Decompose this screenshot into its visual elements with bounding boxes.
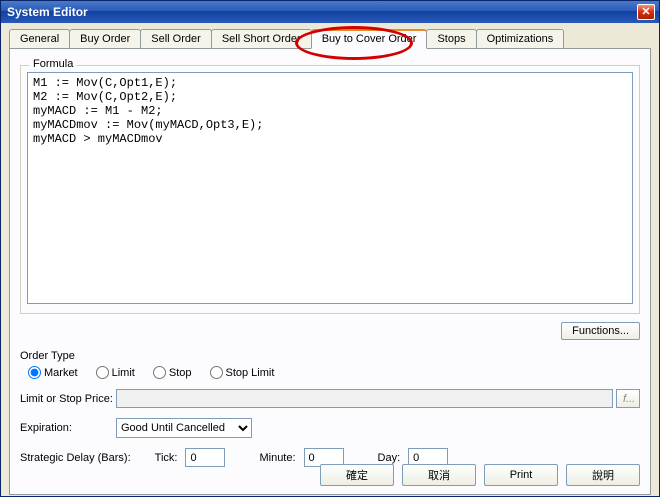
radio-stop-limit-label: Stop Limit — [226, 367, 275, 379]
minute-label: Minute: — [259, 452, 295, 464]
day-label: Day: — [378, 452, 401, 464]
radio-limit-label: Limit — [112, 367, 135, 379]
expiration-select[interactable]: Good Until Cancelled — [116, 418, 252, 438]
radio-stop-limit-input[interactable] — [210, 366, 223, 379]
radio-stop-label: Stop — [169, 367, 192, 379]
functions-button[interactable]: Functions... — [561, 322, 640, 340]
tab-sell-short-order[interactable]: Sell Short Order — [211, 29, 312, 48]
expiration-label: Expiration: — [20, 422, 116, 434]
radio-market-input[interactable] — [28, 366, 41, 379]
tick-label: Tick: — [155, 452, 178, 464]
radio-market-label: Market — [44, 367, 78, 379]
limit-stop-fx-button[interactable]: f... — [616, 389, 640, 408]
order-type-legend: Order Type — [20, 350, 640, 362]
tab-general[interactable]: General — [9, 29, 70, 48]
radio-stop-limit[interactable]: Stop Limit — [210, 366, 275, 379]
formula-fieldset: Formula — [20, 65, 640, 314]
dialog-buttons: 確定 取消 Print 說明 — [320, 464, 640, 486]
tab-stops[interactable]: Stops — [426, 29, 476, 48]
cancel-button[interactable]: 取消 — [402, 464, 476, 486]
tick-input[interactable] — [185, 448, 225, 467]
formula-legend: Formula — [29, 58, 77, 70]
print-button[interactable]: Print — [484, 464, 558, 486]
radio-market[interactable]: Market — [28, 366, 78, 379]
radio-limit[interactable]: Limit — [96, 366, 135, 379]
ok-button[interactable]: 確定 — [320, 464, 394, 486]
delay-label: Strategic Delay (Bars): — [20, 452, 131, 464]
tab-sell-order[interactable]: Sell Order — [140, 29, 212, 48]
limit-stop-input[interactable] — [116, 389, 613, 408]
close-button[interactable]: ✕ — [637, 4, 655, 20]
radio-limit-input[interactable] — [96, 366, 109, 379]
formula-textarea[interactable] — [27, 72, 633, 304]
limit-stop-label: Limit or Stop Price: — [20, 393, 116, 405]
window: System Editor ✕ General Buy Order Sell O… — [0, 0, 660, 497]
window-title: System Editor — [7, 5, 88, 19]
tab-panel: Formula Functions... Order Type Market L… — [9, 48, 651, 495]
help-button[interactable]: 說明 — [566, 464, 640, 486]
client-area: General Buy Order Sell Order Sell Short … — [1, 23, 659, 503]
tab-optimizations[interactable]: Optimizations — [476, 29, 565, 48]
tab-buy-to-cover-order[interactable]: Buy to Cover Order — [311, 29, 428, 49]
titlebar: System Editor ✕ — [1, 1, 659, 23]
order-type-group: Order Type Market Limit Stop — [20, 350, 640, 467]
tabs: General Buy Order Sell Order Sell Short … — [9, 29, 651, 48]
tab-buy-order[interactable]: Buy Order — [69, 29, 141, 48]
radio-stop-input[interactable] — [153, 366, 166, 379]
radio-stop[interactable]: Stop — [153, 366, 192, 379]
